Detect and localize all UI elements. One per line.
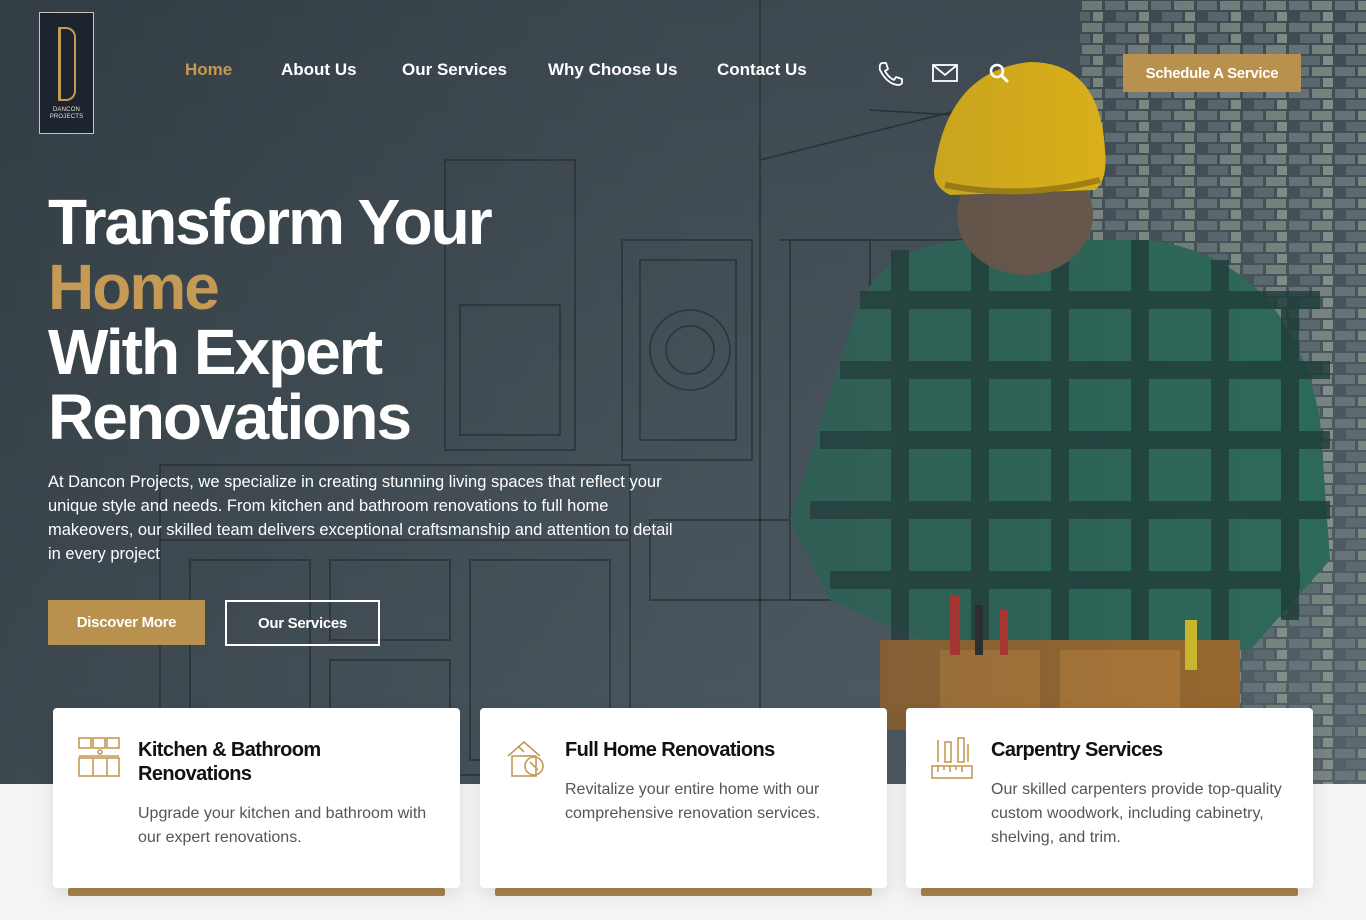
nav-about-us[interactable]: About Us — [281, 60, 357, 80]
schedule-service-button[interactable]: Schedule A Service — [1123, 54, 1301, 92]
phone-icon[interactable] — [877, 60, 905, 86]
card-title: Carpentry Services — [991, 739, 1163, 761]
search-icon[interactable] — [986, 60, 1014, 86]
service-card-kitchen[interactable]: Kitchen & Bathroom Renovations Upgrade y… — [53, 708, 460, 896]
discover-more-button[interactable]: Discover More — [48, 600, 205, 645]
logo-text: DANCON PROJECTS — [49, 107, 84, 120]
card-description: Revitalize your entire home with our com… — [565, 781, 821, 822]
card-description: Upgrade your kitchen and bathroom with o… — [138, 805, 427, 846]
nav-why-choose-us[interactable]: Why Choose Us — [548, 60, 677, 80]
logo-mark — [57, 27, 76, 101]
our-services-button[interactable]: Our Services — [225, 600, 380, 646]
mail-icon[interactable] — [931, 60, 959, 86]
nav-our-services[interactable]: Our Services — [402, 60, 507, 80]
nav-home[interactable]: Home — [185, 60, 232, 80]
kitchen-icon — [78, 737, 120, 777]
service-card-carpentry[interactable]: Carpentry Services Our skilled carpenter… — [906, 708, 1313, 896]
card-title: Kitchen & Bathroom Renovations — [138, 739, 321, 785]
card-accent-bar — [495, 888, 872, 896]
home-renovation-icon — [507, 740, 544, 777]
hero-intro-text: At Dancon Projects, we specialize in cre… — [48, 473, 673, 563]
hero-headline: Transform Your Home With Expert Renovati… — [48, 186, 493, 453]
nav-contact-us[interactable]: Contact Us — [717, 60, 807, 80]
card-accent-bar — [68, 888, 445, 896]
logo[interactable]: DANCON PROJECTS — [39, 12, 94, 134]
card-accent-bar — [921, 888, 1298, 896]
card-title: Full Home Renovations — [565, 739, 775, 761]
card-description: Our skilled carpenters provide top-quali… — [991, 781, 1282, 846]
service-card-full-home[interactable]: Full Home Renovations Revitalize your en… — [480, 708, 887, 896]
carpentry-tools-icon — [931, 737, 973, 779]
